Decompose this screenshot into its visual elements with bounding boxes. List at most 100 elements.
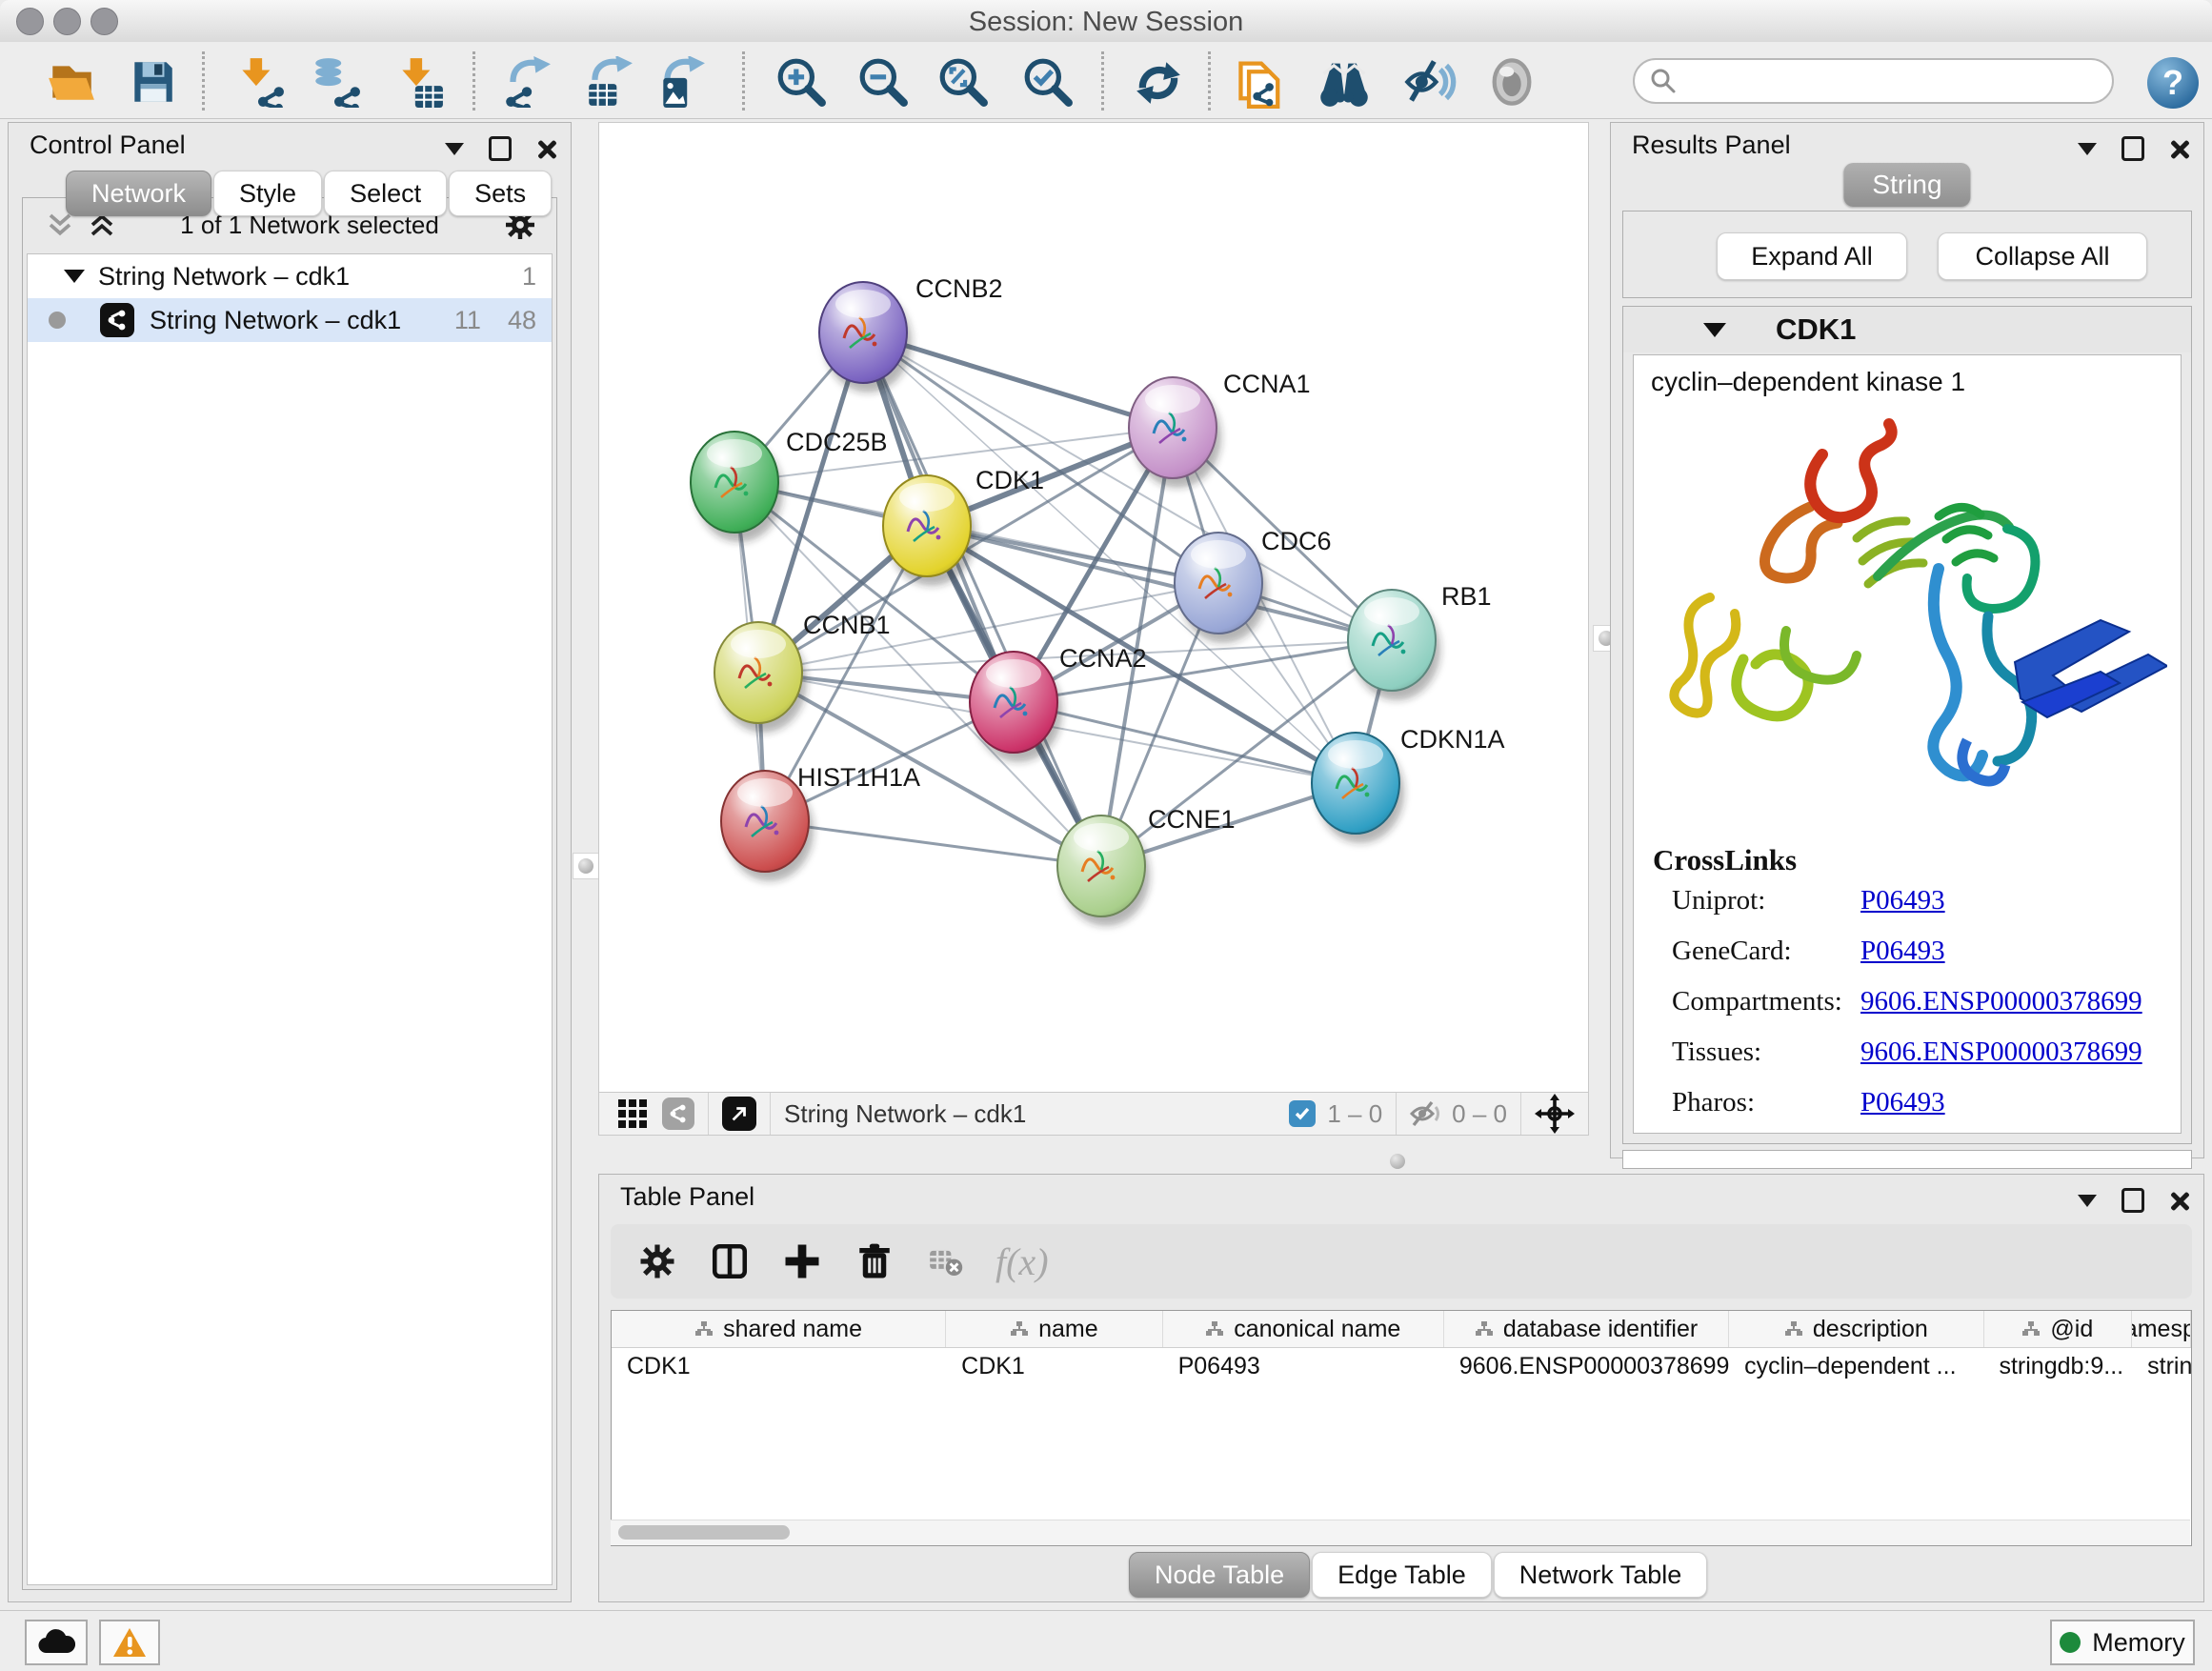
table-cell[interactable]: stringdb — [2132, 1348, 2191, 1384]
string-import-icon[interactable] — [1231, 53, 1292, 111]
network-node-CCNE1[interactable]: CCNE1 — [1057, 805, 1236, 926]
column-header-2[interactable]: canonical name — [1163, 1311, 1444, 1347]
column-header-3[interactable]: database identifier — [1444, 1311, 1729, 1347]
node-table[interactable]: shared namenamecanonical namedatabase id… — [611, 1310, 2192, 1546]
find-icon[interactable] — [1314, 53, 1375, 111]
table-settings-gear-icon[interactable] — [637, 1241, 677, 1281]
panel-close-icon[interactable] — [536, 139, 555, 158]
tab-sets[interactable]: Sets — [449, 171, 552, 216]
search-box[interactable] — [1633, 58, 2114, 104]
table-cell[interactable]: CDK1 — [946, 1348, 1162, 1384]
column-header-6[interactable]: namespac — [2132, 1311, 2191, 1347]
tab-string[interactable]: String — [1843, 163, 1970, 207]
panel-menu-icon[interactable] — [2078, 143, 2097, 155]
birdseye-grid-icon[interactable] — [616, 1097, 649, 1130]
network-node-HIST1H1A[interactable]: HIST1H1A — [721, 763, 920, 881]
show-columns-icon[interactable] — [710, 1241, 750, 1281]
tab-edge-table[interactable]: Edge Table — [1312, 1552, 1492, 1598]
delete-table-icon[interactable] — [927, 1243, 963, 1279]
table-cell[interactable]: P06493 — [1163, 1348, 1444, 1384]
table-row[interactable]: CDK1CDK1P064939606.ENSP00000378699cyclin… — [612, 1348, 2191, 1384]
export-network-icon[interactable] — [496, 53, 557, 111]
tab-style[interactable]: Style — [213, 171, 322, 216]
network-row-selected[interactable]: String Network – cdk1 11 48 — [28, 298, 552, 342]
tab-node-table[interactable]: Node Table — [1129, 1552, 1310, 1598]
expand-all-button[interactable]: Expand All — [1717, 232, 1907, 280]
network-node-RB1[interactable]: RB1 — [1348, 582, 1492, 700]
crosslink-link[interactable]: P06493 — [1860, 936, 1945, 967]
node-label: CDC6 — [1261, 527, 1332, 555]
table-cell[interactable]: cyclin–dependent ... — [1729, 1348, 1983, 1384]
share-gray-icon[interactable] — [662, 1097, 694, 1130]
import-table-icon[interactable] — [389, 53, 450, 111]
network-node-CCNB1[interactable]: CCNB1 — [714, 611, 891, 733]
column-header-0[interactable]: shared name — [612, 1311, 946, 1347]
panel-float-icon[interactable] — [489, 136, 512, 161]
panel-menu-icon[interactable] — [445, 143, 464, 155]
network-collection-row[interactable]: String Network – cdk1 1 — [28, 254, 552, 298]
panel-close-icon[interactable] — [2169, 1191, 2188, 1210]
create-column-plus-icon[interactable] — [782, 1241, 822, 1281]
zoom-out-icon[interactable] — [853, 53, 914, 111]
tab-network-table[interactable]: Network Table — [1494, 1552, 1708, 1598]
help-button[interactable]: ? — [2147, 57, 2199, 109]
table-horizontal-scrollbar[interactable] — [611, 1520, 2190, 1545]
crosslink-link[interactable]: 9606.ENSP00000378699 — [1860, 1037, 2142, 1068]
panel-menu-icon[interactable] — [2078, 1195, 2097, 1207]
zoom-in-icon[interactable] — [771, 53, 832, 111]
selected-checkbox-icon[interactable] — [1289, 1100, 1316, 1127]
open-in-window-icon[interactable] — [722, 1097, 756, 1131]
network-edge[interactable] — [765, 821, 1101, 866]
warning-button[interactable] — [99, 1620, 160, 1665]
save-session-icon[interactable] — [122, 53, 183, 111]
memory-label: Memory — [2092, 1628, 2185, 1658]
network-node-CDC6[interactable]: CDC6 — [1175, 527, 1332, 643]
open-session-icon[interactable] — [41, 53, 102, 111]
column-header-5[interactable]: @id — [1984, 1311, 2133, 1347]
toolbar-separator — [473, 51, 475, 111]
scrollbar-thumb[interactable] — [618, 1525, 790, 1540]
network-node-CCNA1[interactable]: CCNA1 — [1129, 370, 1311, 488]
crosslink-link[interactable]: P06493 — [1860, 885, 1945, 916]
import-network-file-icon[interactable] — [229, 53, 290, 111]
status-bar: Memory — [0, 1610, 2212, 1671]
tree-expand-icon[interactable] — [64, 270, 85, 283]
panel-close-icon[interactable] — [2169, 139, 2188, 158]
protein-section-header[interactable]: CDK1 — [1623, 307, 2191, 352]
import-network-database-icon[interactable] — [305, 53, 366, 111]
pan-crosshair-icon[interactable] — [1535, 1094, 1575, 1134]
table-body: CDK1CDK1P064939606.ENSP00000378699cyclin… — [612, 1348, 2191, 1384]
tab-network[interactable]: Network — [66, 171, 211, 216]
table-cell[interactable]: 9606.ENSP00000378699 — [1444, 1348, 1729, 1384]
show-hide-icon[interactable] — [1399, 53, 1460, 111]
crosslink-link[interactable]: P06493 — [1860, 1087, 1945, 1118]
delete-column-trash-icon[interactable] — [855, 1241, 895, 1281]
memory-button[interactable]: Memory — [2050, 1620, 2195, 1665]
zoom-selected-icon[interactable] — [1017, 53, 1078, 111]
crosslink-link[interactable]: 9606.ENSP00000378699 — [1860, 986, 2142, 1017]
network-canvas[interactable]: CCNB2CCNA1CDC25BCDK1CDC6RB1CCNB1CCNA2CDK… — [599, 123, 1588, 1093]
eye-icon[interactable] — [1481, 53, 1542, 111]
tab-select[interactable]: Select — [324, 171, 447, 216]
cloud-button[interactable] — [25, 1620, 88, 1665]
section-collapse-icon[interactable] — [1703, 323, 1726, 337]
network-node-CDK1[interactable]: CDK1 — [883, 466, 1044, 586]
network-node-CCNB2[interactable]: CCNB2 — [819, 274, 1003, 393]
table-cell[interactable]: stringdb:9... — [1983, 1348, 2132, 1384]
column-header-1[interactable]: name — [946, 1311, 1162, 1347]
panel-float-icon[interactable] — [2122, 1188, 2144, 1213]
network-node-CDKN1A[interactable]: CDKN1A — [1312, 725, 1505, 843]
zoom-fit-icon[interactable] — [933, 53, 994, 111]
panel-float-icon[interactable] — [2122, 136, 2144, 161]
table-cell[interactable]: CDK1 — [612, 1348, 946, 1384]
network-edge[interactable] — [1014, 702, 1356, 783]
export-table-icon[interactable] — [578, 53, 639, 111]
left-splitter-handle[interactable] — [573, 853, 599, 879]
function-builder-icon[interactable]: f(x) — [995, 1239, 1049, 1284]
horizontal-splitter-handle[interactable] — [1387, 1151, 1408, 1172]
search-input[interactable] — [1686, 66, 2097, 97]
column-header-4[interactable]: description — [1729, 1311, 1983, 1347]
export-image-icon[interactable] — [651, 53, 712, 111]
collapse-all-button[interactable]: Collapse All — [1938, 232, 2147, 280]
refresh-icon[interactable] — [1128, 53, 1189, 111]
